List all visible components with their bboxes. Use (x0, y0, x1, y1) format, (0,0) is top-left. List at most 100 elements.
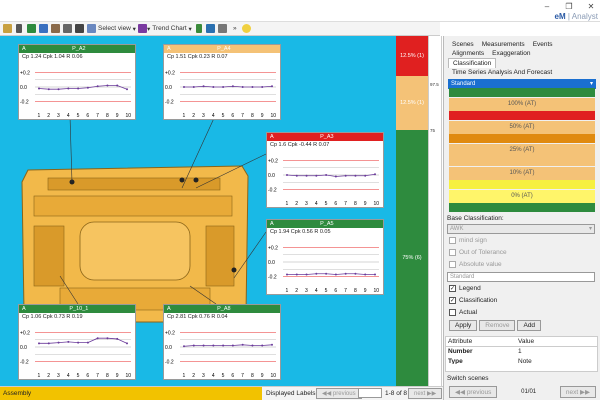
legend-swatch[interactable] (449, 111, 595, 120)
layers-icon[interactable] (38, 23, 48, 35)
sort-icon[interactable] (194, 23, 204, 35)
home-icon[interactable] (50, 23, 60, 35)
legend-row[interactable]: 0% (AT) (449, 190, 595, 203)
remove-button[interactable]: Remove (479, 320, 516, 331)
data-point (106, 337, 109, 340)
data-point (86, 86, 89, 89)
legend-row[interactable]: 10% (AT) (449, 167, 595, 180)
minimize-icon[interactable]: – (540, 2, 554, 12)
classification-checkbox[interactable]: ✓ Classification (449, 297, 497, 304)
page-input[interactable] (358, 388, 382, 398)
y-tick-label: +0.2 (268, 158, 278, 164)
y-tick-label: 0.0 (268, 260, 275, 266)
mind-sign-checkbox[interactable]: mind sign (449, 237, 487, 244)
x-tick-label: 9 (116, 373, 119, 379)
camera-icon[interactable] (74, 23, 84, 35)
card-header-flag: A (22, 46, 26, 52)
data-point (126, 342, 128, 345)
card-stats: Cp 1.24 Cpk 1.04 R 0.06 (22, 54, 83, 60)
data-point (295, 273, 298, 276)
tab-classification[interactable]: Classification (448, 58, 497, 68)
print-icon[interactable] (62, 23, 72, 35)
legend-checkbox[interactable]: ✓ Legend (449, 285, 481, 292)
spline-icon[interactable] (218, 23, 228, 35)
control-chart-card[interactable]: A P_A5 Cp 1.94 Cpk 0.56 R 0.05 +0.2 0.0 -0.2 1… (266, 219, 384, 295)
tab-time-series-analysis-and-forecast[interactable]: Time Series Analysis And Forecast (448, 68, 556, 77)
y-tick-label: +0.2 (268, 245, 278, 251)
more-icon[interactable]: » (230, 23, 240, 35)
legend-swatch[interactable] (449, 88, 595, 97)
tab-exaggeration[interactable]: Exaggeration (488, 49, 534, 58)
previous-labels-button[interactable]: ◀◀ previous (316, 388, 362, 399)
data-point (106, 84, 109, 87)
view-icon[interactable] (86, 23, 96, 35)
control-chart-card[interactable]: A P_A2 Cp 1.24 Cpk 1.04 R 0.06 +0.2 0.0 -0.2 1… (18, 44, 136, 120)
legend-row[interactable]: 50% (AT) (449, 121, 595, 134)
y-tick-label: +0.2 (165, 70, 175, 76)
legend-row[interactable]: 100% (AT) (449, 98, 595, 111)
action-buttons: Apply Remove Add (449, 320, 542, 331)
series-line (286, 173, 376, 177)
absolute-value-checkbox[interactable]: Absolute value (449, 261, 502, 268)
classification-bar: 12.5% (1) 12.5% (1) 75% (6) (396, 36, 428, 386)
legend-swatch[interactable] (449, 180, 595, 189)
next-scene-button[interactable]: next ▶▶ (559, 385, 596, 398)
grid-icon[interactable] (26, 23, 36, 35)
base-classification-select[interactable]: AWK ▾ (447, 224, 595, 234)
scene-pager: ◀◀ previous 01/01 next ▶▶ (445, 385, 600, 398)
tab-alignments[interactable]: Alignments (448, 49, 488, 58)
trend-chart-dropdown[interactable]: Trend Chart ▾ (152, 23, 192, 35)
legend-swatch[interactable] (449, 157, 595, 166)
tab-events[interactable]: Events (529, 40, 557, 49)
card-header: A P_A3 (267, 133, 383, 141)
select-view-dropdown[interactable]: Select view ▾ (98, 23, 136, 35)
x-tick-label: 4 (315, 288, 318, 294)
measure-icon[interactable] (2, 23, 12, 35)
lightbulb-icon[interactable] (242, 23, 252, 35)
data-point (344, 174, 347, 177)
filter-icon[interactable] (206, 23, 216, 35)
control-chart-card[interactable]: A P_A4 Cp 1.51 Cpk 0.23 R 0.07 +0.2 0.0 -0.2 1… (163, 44, 281, 120)
data-point (202, 85, 205, 88)
control-chart-card[interactable]: A P_A8 Cp 2.81 Cpk 0.76 R 0.04 +0.2 0.0 -0.2 1… (163, 304, 281, 380)
toolbar: Select view ▾ ▾ Trend Chart ▾ » (0, 22, 440, 36)
pin-icon[interactable] (14, 23, 24, 35)
out-of-tolerance-checkbox[interactable]: Out of Tolerance (449, 249, 507, 256)
legend-swatch[interactable] (449, 134, 595, 143)
3d-viewport[interactable]: A P_A2 Cp 1.24 Cpk 1.04 R 0.06 +0.2 0.0 -0.2 1… (0, 36, 396, 386)
trend-chart: +0.20.0-0.21 2 3 4 5 6 7 8 9 10 (165, 330, 276, 379)
data-point (325, 174, 328, 176)
table-row[interactable]: Type Note (446, 357, 597, 364)
chart-mode-icon[interactable]: ▾ (137, 23, 150, 35)
standard-select-2[interactable]: Standard (447, 272, 595, 282)
legend-row[interactable]: 25% (AT) (449, 144, 595, 157)
data-point (126, 88, 128, 91)
x-tick-label: 5 (325, 201, 328, 207)
restore-icon[interactable]: ❐ (562, 2, 576, 12)
tab-measurements[interactable]: Measurements (478, 40, 529, 49)
x-tick-label: 4 (67, 373, 70, 379)
data-point (202, 344, 205, 347)
actual-checkbox[interactable]: Actual (449, 309, 477, 316)
data-point (192, 86, 195, 88)
card-header: A P_A4 (164, 45, 280, 53)
attribute-table-header: Attribute Value (446, 337, 597, 347)
series-line (184, 85, 273, 88)
table-row[interactable]: Number 1 (446, 347, 597, 357)
close-icon[interactable]: ✕ (584, 2, 598, 12)
x-tick-label: 2 (295, 201, 298, 207)
data-point (57, 88, 60, 91)
tab-scenes[interactable]: Scenes (448, 40, 478, 49)
data-point (183, 86, 185, 88)
x-tick-label: 5 (222, 113, 225, 119)
apply-button[interactable]: Apply (449, 320, 478, 331)
data-point (77, 87, 80, 90)
next-labels-button[interactable]: next ▶▶ (408, 388, 443, 399)
control-chart-card[interactable]: A P_10_1 Cp 1.06 Cpk 0.73 R 0.19 +0.2 0.0 -0.… (18, 304, 136, 380)
control-chart-card[interactable]: A P_A3 Cp 1.6 Cpk -0.44 R 0.07 +0.2 0.0 -0.2 1… (266, 132, 384, 208)
data-point (86, 341, 89, 344)
previous-scene-button[interactable]: ◀◀ previous (449, 385, 498, 398)
legend-swatch[interactable] (449, 203, 595, 212)
x-tick-label: 3 (305, 288, 308, 294)
add-button[interactable]: Add (517, 320, 542, 331)
